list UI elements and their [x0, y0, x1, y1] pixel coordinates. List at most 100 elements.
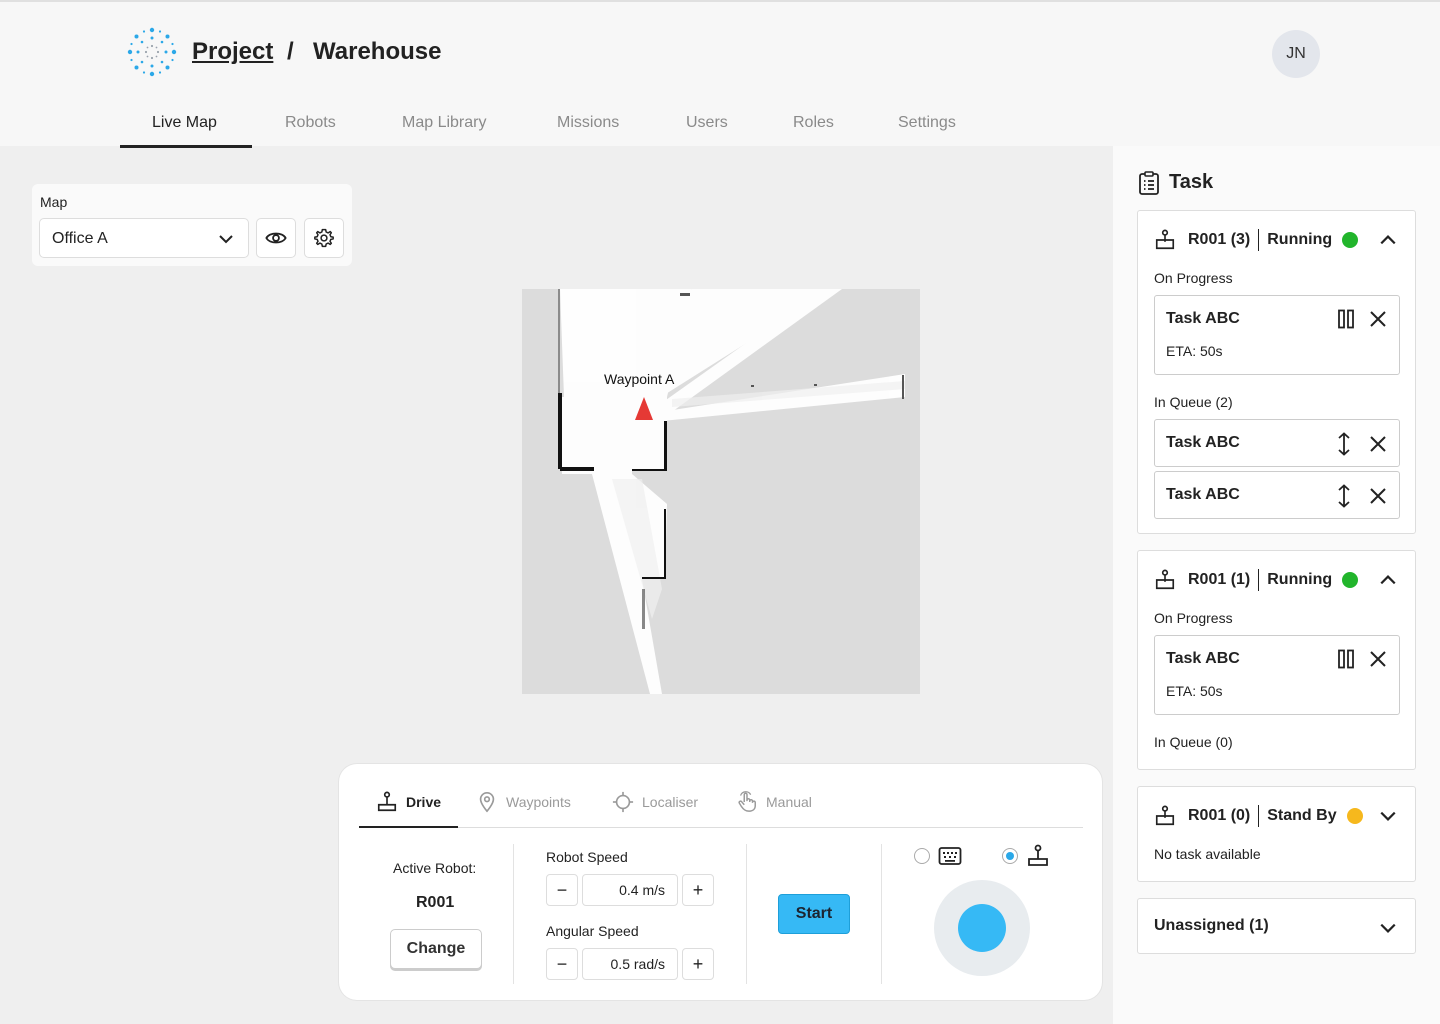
tab-localiser-label: Localiser: [642, 794, 699, 810]
angular-speed-decrease-button[interactable]: −: [546, 948, 578, 980]
queued-task-item[interactable]: Task ABC: [1154, 419, 1400, 467]
current-task-item[interactable]: Task ABC ETA: 50s: [1154, 295, 1400, 375]
map-select-value: Office A: [52, 230, 108, 247]
clipboard-icon: [1139, 171, 1159, 195]
app-logo: [127, 27, 177, 77]
breadcrumb-current: Warehouse: [313, 38, 442, 65]
map-settings-button[interactable]: [304, 218, 344, 258]
tab-localiser[interactable]: Localiser: [612, 791, 698, 813]
joystick-icon: [377, 791, 397, 812]
robot-name: R001 (0): [1188, 807, 1251, 824]
tab-manual-label: Manual: [766, 794, 812, 810]
active-robot-value: R001: [416, 894, 455, 911]
robot-task-card: R001 (1) Running On Progress Task ABC ET…: [1137, 550, 1416, 770]
chevron-up-icon[interactable]: [1379, 231, 1397, 249]
tab-roles[interactable]: Roles: [793, 114, 834, 132]
tab-waypoints-label: Waypoints: [506, 794, 571, 810]
tab-map-library[interactable]: Map Library: [402, 114, 486, 132]
tab-drive[interactable]: Drive: [376, 791, 441, 813]
tab-live-map[interactable]: Live Map: [152, 114, 217, 132]
live-map-canvas[interactable]: [522, 289, 920, 694]
angular-speed-increase-button[interactable]: +: [682, 948, 714, 980]
task-name: Task ABC: [1166, 650, 1240, 667]
task-name: Task ABC: [1166, 310, 1240, 327]
waypoint-label[interactable]: Waypoint A: [604, 371, 674, 387]
sidebar-title: Task: [1169, 171, 1214, 193]
robot-speed-label: Robot Speed: [546, 849, 628, 865]
header-divider: [1258, 229, 1260, 251]
robot-icon: [1155, 229, 1175, 250]
column-divider: [746, 844, 747, 984]
map-selector-label: Map: [40, 194, 68, 210]
robot-card-header[interactable]: R001 (1) Running: [1154, 569, 1359, 591]
map-selector-card: Map Office A: [32, 184, 352, 266]
on-progress-label: On Progress: [1154, 270, 1233, 286]
on-progress-label: On Progress: [1154, 610, 1233, 626]
joystick-icon: [1028, 844, 1048, 866]
tab-settings[interactable]: Settings: [898, 114, 956, 132]
angular-speed-value[interactable]: 0.5 rad/s: [582, 948, 678, 980]
drag-reorder-icon[interactable]: [1337, 484, 1351, 508]
chevron-up-icon[interactable]: [1379, 571, 1397, 589]
tab-missions[interactable]: Missions: [557, 114, 619, 132]
close-icon[interactable]: [1369, 435, 1387, 453]
drag-reorder-icon[interactable]: [1337, 432, 1351, 456]
user-avatar[interactable]: JN: [1272, 30, 1320, 78]
status-indicator-dot: [1346, 808, 1363, 824]
robot-task-card: R001 (3) Running On Progress Task ABC ET…: [1137, 210, 1416, 534]
joystick-mode-radio[interactable]: [1002, 848, 1018, 864]
close-icon[interactable]: [1369, 310, 1387, 328]
toggle-visibility-button[interactable]: [256, 218, 296, 258]
robot-position-marker[interactable]: [634, 397, 654, 421]
angular-speed-label: Angular Speed: [546, 923, 639, 939]
status-indicator-dot: [1342, 232, 1359, 248]
active-tab-indicator: [120, 145, 252, 148]
tab-robots[interactable]: Robots: [285, 114, 336, 132]
tab-waypoints[interactable]: Waypoints: [476, 791, 571, 813]
in-queue-label: In Queue (0): [1154, 734, 1233, 750]
header-divider: [1258, 569, 1260, 591]
robot-card-header[interactable]: R001 (3) Running: [1154, 229, 1359, 251]
task-eta: ETA: 50s: [1166, 343, 1223, 359]
queued-task-item[interactable]: Task ABC: [1154, 471, 1400, 519]
robot-status: Running: [1267, 571, 1333, 588]
column-divider: [881, 844, 882, 984]
task-name: Task ABC: [1166, 486, 1240, 503]
keyboard-mode-radio[interactable]: [914, 848, 930, 864]
robot-speed-increase-button[interactable]: +: [682, 874, 714, 906]
pause-icon[interactable]: [1337, 649, 1355, 669]
pause-icon[interactable]: [1337, 309, 1355, 329]
map-select-dropdown[interactable]: Office A: [39, 218, 249, 258]
active-robot-label: Active Robot:: [393, 860, 477, 876]
robot-speed-decrease-button[interactable]: −: [546, 874, 578, 906]
joystick-pad[interactable]: [934, 880, 1030, 976]
task-eta: ETA: 50s: [1166, 683, 1223, 699]
unassigned-label: Unassigned (1): [1154, 917, 1269, 934]
active-drive-tab-indicator: [359, 826, 458, 828]
breadcrumb-project-link[interactable]: Project: [192, 38, 273, 66]
change-robot-button[interactable]: Change: [390, 929, 482, 969]
column-divider: [513, 844, 514, 984]
close-icon[interactable]: [1369, 487, 1387, 505]
robot-speed-value[interactable]: 0.4 m/s: [582, 874, 678, 906]
robot-card-header[interactable]: R001 (0) Stand By: [1154, 805, 1363, 827]
no-task-label: No task available: [1154, 846, 1261, 862]
robot-icon: [1155, 805, 1175, 826]
hand-pointer-icon: [738, 791, 756, 812]
robot-status: Running: [1267, 231, 1333, 248]
robot-icon: [1155, 569, 1175, 590]
app-header: Project / Warehouse JN Live Map Robots M…: [0, 0, 1440, 148]
joystick-knob[interactable]: [958, 904, 1006, 952]
start-button[interactable]: Start: [778, 894, 850, 934]
chevron-down-icon[interactable]: [1379, 807, 1397, 825]
tab-users[interactable]: Users: [686, 114, 728, 132]
current-task-item[interactable]: Task ABC ETA: 50s: [1154, 635, 1400, 715]
chevron-down-icon[interactable]: [1379, 919, 1397, 937]
close-icon[interactable]: [1369, 650, 1387, 668]
breadcrumb-separator: /: [287, 38, 294, 65]
in-queue-label: In Queue (2): [1154, 394, 1233, 410]
tab-manual[interactable]: Manual: [736, 791, 812, 813]
robot-task-card: R001 (0) Stand By No task available: [1137, 786, 1416, 882]
robot-name: R001 (1): [1188, 571, 1251, 588]
unassigned-tasks-card[interactable]: Unassigned (1): [1137, 898, 1416, 954]
